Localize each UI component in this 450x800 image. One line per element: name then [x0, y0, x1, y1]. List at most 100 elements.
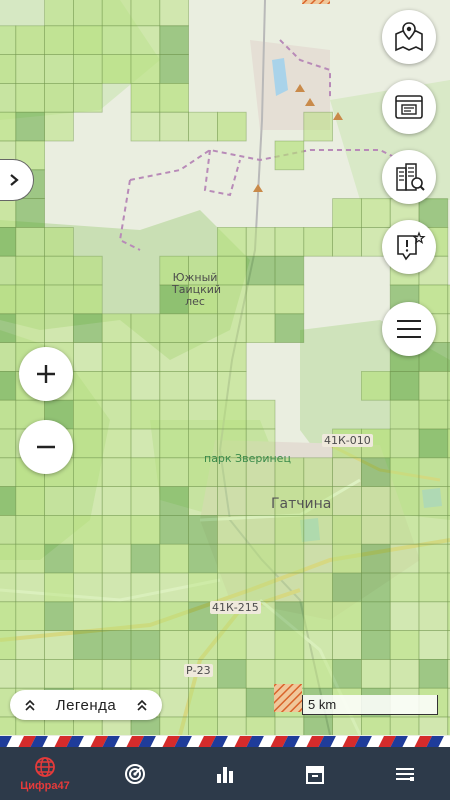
density-cell: [15, 630, 45, 660]
density-cell: [274, 515, 305, 545]
density-cell: [389, 716, 420, 735]
density-cell: [274, 687, 305, 718]
density-cell: [15, 601, 45, 631]
density-cell: [130, 54, 161, 84]
density-cell: [159, 716, 190, 735]
density-cell: [101, 630, 132, 660]
density-cell: [389, 457, 420, 487]
density-cell: [389, 630, 420, 660]
density-cell: [159, 687, 190, 718]
density-cell: [159, 370, 190, 401]
density-cell: [216, 342, 247, 372]
zoom-in-button[interactable]: [19, 347, 73, 401]
density-cell: [245, 659, 276, 689]
density-cell: [303, 630, 333, 660]
nav-item-archive[interactable]: [280, 747, 350, 800]
density-cell: [101, 0, 132, 27]
density-cell: [73, 0, 103, 27]
map-layers-button[interactable]: [382, 10, 436, 64]
document-window-icon: [395, 95, 423, 119]
town-label: Гатчина: [271, 496, 332, 512]
density-cell: [418, 428, 449, 459]
density-cell: [0, 716, 17, 735]
density-cell: [303, 543, 333, 574]
density-cell: [44, 0, 74, 27]
density-cell: [216, 399, 247, 430]
density-cell: [15, 255, 45, 286]
density-cell: [0, 83, 17, 113]
density-cell: [360, 457, 391, 487]
reports-button[interactable]: [382, 80, 436, 134]
density-cell: [389, 399, 420, 430]
density-cell: [188, 687, 218, 718]
density-cell: [360, 198, 391, 228]
density-cell: [303, 716, 333, 735]
decorative-flag-band: [0, 735, 450, 747]
density-cell: [73, 572, 103, 603]
minus-icon: [37, 445, 55, 449]
zoom-out-button[interactable]: [19, 420, 73, 474]
density-cell: [303, 457, 333, 487]
density-cell: [332, 716, 362, 735]
nav-item-statistics[interactable]: [190, 747, 260, 800]
density-cell: [418, 601, 449, 631]
density-cell: [101, 428, 132, 459]
density-cell: [188, 399, 218, 430]
menu-icon: [397, 320, 421, 338]
density-cell: [389, 370, 420, 401]
density-cell: [389, 659, 420, 689]
density-cell: [101, 457, 132, 487]
density-cell: [44, 111, 74, 142]
road-label-41k010: 41К-010: [322, 434, 373, 447]
nav-item-monitoring[interactable]: [100, 747, 170, 800]
legend-button[interactable]: Легенда: [10, 690, 162, 720]
density-cell: [216, 255, 247, 286]
density-cell: [0, 313, 17, 343]
density-cell: [73, 486, 103, 516]
forest-label-line3: лес: [185, 295, 205, 308]
road-label-r23: Р-23: [184, 664, 213, 677]
density-cell: [216, 716, 247, 735]
density-cell: [130, 659, 161, 689]
density-cell: [274, 572, 305, 603]
archive-box-icon: [306, 765, 324, 784]
density-cell: [188, 313, 218, 343]
density-cell: [418, 630, 449, 660]
favorites-button[interactable]: [382, 220, 436, 274]
density-cell: [101, 370, 132, 401]
nav-item-cifra47[interactable]: Цифра47: [10, 747, 80, 800]
radar-icon: [125, 763, 145, 784]
density-cell: [73, 83, 103, 113]
density-cell: [418, 543, 449, 574]
density-cell: [101, 25, 132, 55]
density-cell: [159, 543, 190, 574]
density-cell: [389, 428, 420, 459]
density-cell: [159, 0, 190, 27]
density-cell: [188, 370, 218, 401]
nav-item-list[interactable]: [370, 747, 440, 800]
density-cell: [0, 515, 17, 545]
density-cell: [130, 25, 161, 55]
density-cell: [130, 83, 161, 113]
density-cell: [0, 659, 17, 689]
density-cell: [101, 54, 132, 84]
forest-label: Южный Таицкий лес: [172, 272, 221, 308]
density-cell: [332, 659, 362, 689]
density-cell: [130, 486, 161, 516]
density-cell: [73, 284, 103, 315]
density-cell: [274, 716, 305, 735]
globe-icon: [35, 756, 55, 777]
density-cell: [274, 659, 305, 689]
density-cell: [73, 370, 103, 401]
bar-chart-icon: [217, 766, 233, 783]
main-menu-button[interactable]: [382, 302, 436, 356]
density-cell: [159, 572, 190, 603]
organizations-search-button[interactable]: [382, 150, 436, 204]
density-cell: [332, 226, 362, 257]
density-cell: [159, 515, 190, 545]
density-cell: [159, 457, 190, 487]
density-cell: [130, 0, 161, 27]
density-cell: [418, 198, 449, 228]
density-cell: [159, 83, 190, 113]
density-cell: [73, 54, 103, 84]
